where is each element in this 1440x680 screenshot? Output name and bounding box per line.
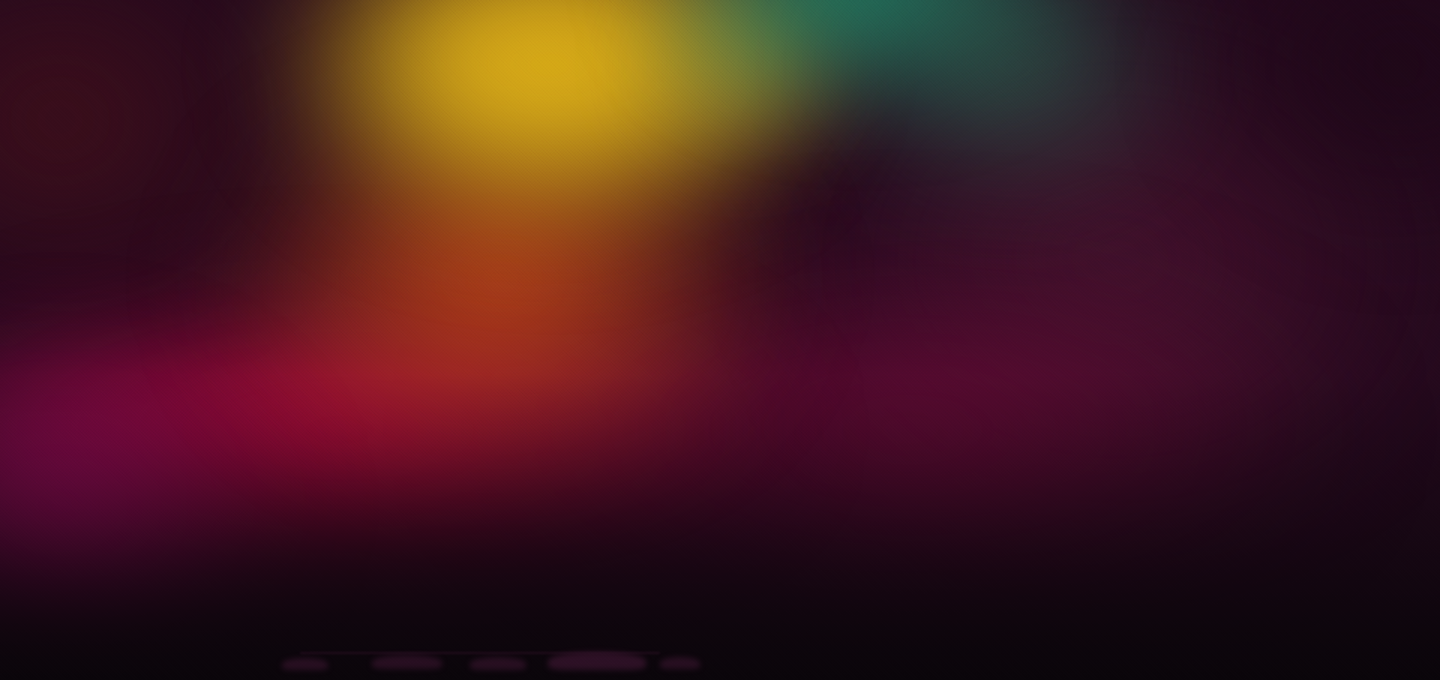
gradient-blob-wine-mid: [340, 210, 1440, 650]
silhouette-bump: [660, 657, 700, 669]
gradient-blob-plum-right: [700, 0, 1440, 580]
bottom-shadow-fade: [0, 0, 1440, 680]
gradient-blob-magenta-corner: [0, 290, 380, 680]
film-grain-overlay: [0, 0, 1440, 680]
desktop-wallpaper: [0, 0, 1440, 680]
silhouette-bump: [282, 658, 328, 670]
silhouette-thread: [300, 652, 660, 654]
gradient-blob-olive-bridge: [590, 0, 900, 200]
silhouette-bump: [548, 652, 646, 670]
gradient-blob-teal: [540, 0, 1180, 165]
gradient-blob-dark-topright: [1130, 0, 1440, 280]
gradient-blob-crimson-band: [0, 230, 980, 630]
gradient-blob-yellow: [160, 0, 940, 310]
gradient-blob-maroon-topleft: [0, 0, 360, 370]
silhouette-bump: [470, 657, 526, 670]
gradient-blob-teal-fade: [750, 0, 1270, 250]
silhouette-bump: [372, 655, 442, 669]
gradient-blob-orange: [90, 0, 910, 560]
